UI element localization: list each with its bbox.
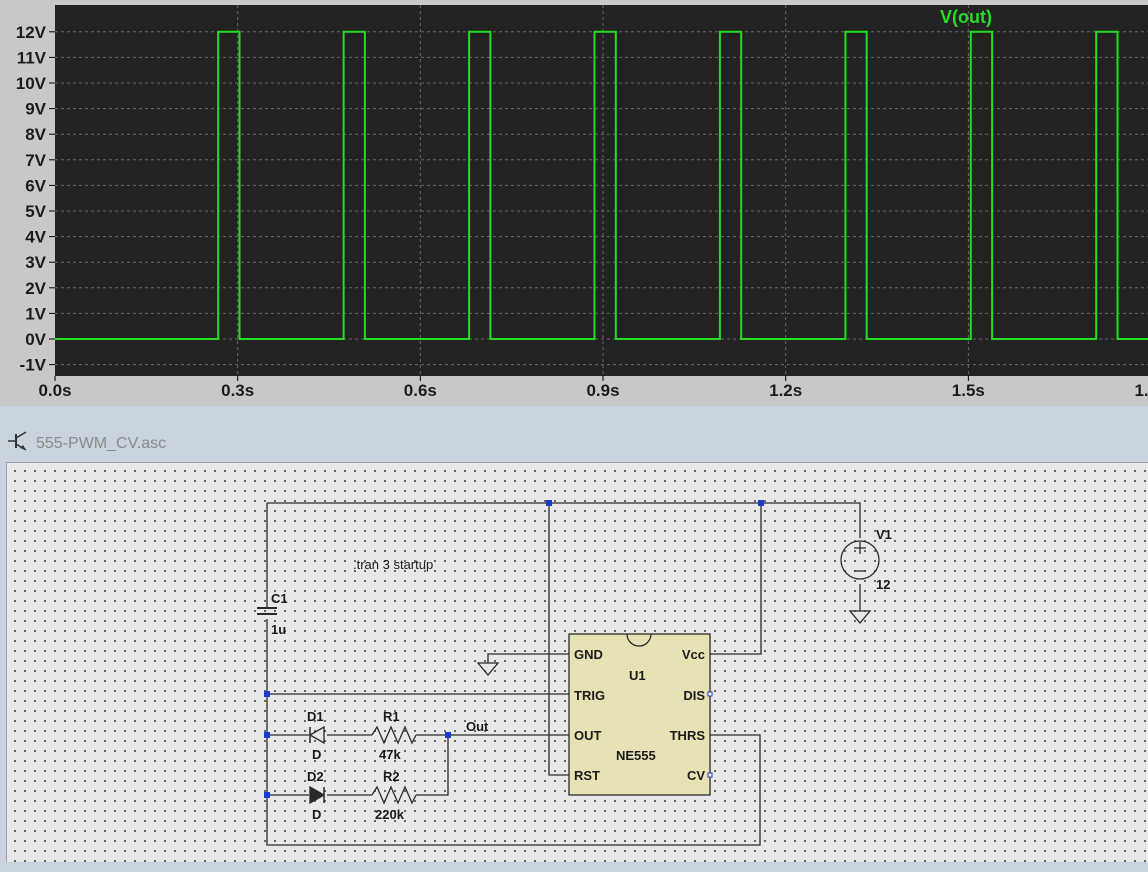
y-tick-label: 11V <box>17 48 47 67</box>
pin-cv-label: CV <box>687 768 705 783</box>
r1-value: 47k <box>379 747 401 762</box>
spice-directive[interactable]: .tran 3 startup <box>353 557 433 572</box>
y-tick-label: 9V <box>25 100 46 119</box>
waveform-plot-pane[interactable]: 12V 11V 10V 9V 8V 7V 6V 5V 4V 3V 2V 1V 0V -1V 0.0s 0.3… <box>0 0 1148 406</box>
d2-name: D2 <box>307 769 324 784</box>
c1-value: 1u <box>271 622 286 637</box>
diode-d2[interactable]: D2 D <box>307 769 326 822</box>
window-bottom-edge <box>0 862 1148 872</box>
v1-name: V1 <box>876 527 892 542</box>
pin-out-label: OUT <box>574 728 602 743</box>
y-tick-label: -1V <box>20 356 47 375</box>
trace-label[interactable]: V(out) <box>940 7 992 27</box>
d1-model: D <box>312 747 321 762</box>
junction-dot <box>264 732 270 738</box>
x-tick-label: 0.9s <box>586 381 619 400</box>
wires <box>266 502 861 846</box>
wire-out-r2 <box>416 735 449 796</box>
y-tick-label: 0V <box>25 330 46 349</box>
pin-trig-label: TRIG <box>574 688 605 703</box>
y-tick-label: 6V <box>25 176 46 195</box>
junction-dot <box>758 500 764 506</box>
diode-d1[interactable]: D1 D <box>307 709 325 762</box>
junction-dot <box>264 691 270 697</box>
x-tick-label: 0.6s <box>404 381 437 400</box>
d2-model: D <box>312 807 321 822</box>
junction-dot <box>546 500 552 506</box>
ic-u1-ne555[interactable]: GND TRIG OUT RST Vcc DIS THRS CV U1 NE55… <box>568 633 713 796</box>
net-label-out[interactable]: Out <box>466 719 489 734</box>
transistor-icon <box>8 431 27 451</box>
r2-value: 220k <box>375 807 405 822</box>
v1-value: 12 <box>876 577 890 592</box>
resistor-r1[interactable]: R1 47k <box>371 709 417 762</box>
d1-name: D1 <box>307 709 324 724</box>
pin-thrs-label: THRS <box>670 728 706 743</box>
y-tick-label: 1V <box>25 304 46 323</box>
y-tick-label: 10V <box>16 74 47 93</box>
ground-symbol-u1 <box>476 662 500 677</box>
pin-rst-label: RST <box>574 768 600 783</box>
pin-vcc-label: Vcc <box>682 647 705 662</box>
pin-cv-open <box>707 772 713 778</box>
schematic-drawing[interactable]: C1 1u V1 12 D1 D D2 D R1 47k R2 220k Out… <box>7 463 1148 863</box>
x-tick-label: 1.5s <box>952 381 985 400</box>
ground-symbol-v1 <box>848 610 872 625</box>
junction-dot <box>445 732 451 738</box>
wire-gnd-pin <box>487 653 569 663</box>
x-tick-label: 0.0s <box>38 381 71 400</box>
schematic-document-tab[interactable]: 555-PWM_CV.asc <box>0 424 1148 458</box>
resistor-r2[interactable]: R2 220k <box>371 769 417 822</box>
schematic-canvas[interactable]: C1 1u V1 12 D1 D D2 D R1 47k R2 220k Out… <box>6 462 1148 863</box>
pin-gnd-label: GND <box>574 647 603 662</box>
x-tick-label: 1.8s <box>1134 381 1148 400</box>
y-tick-label: 12V <box>16 23 47 42</box>
y-tick-label: 4V <box>25 228 46 247</box>
waveform-plot[interactable]: 12V 11V 10V 9V 8V 7V 6V 5V 4V 3V 2V 1V 0V -1V 0.0s 0.3… <box>0 0 1148 406</box>
voltage-source-v1[interactable]: V1 12 <box>840 527 892 592</box>
y-tick-label: 2V <box>25 279 46 298</box>
junction-dot <box>264 792 270 798</box>
u1-name: U1 <box>629 668 646 683</box>
x-tick-label: 1.2s <box>769 381 802 400</box>
capacitor-c1[interactable]: C1 1u <box>257 591 288 637</box>
x-tick-label: 0.3s <box>221 381 254 400</box>
document-title: 555-PWM_CV.asc <box>36 435 167 452</box>
y-tick-label: 5V <box>25 202 46 221</box>
wire-rst <box>548 503 569 776</box>
y-tick-label: 7V <box>25 151 46 170</box>
wire-top-rail <box>267 502 861 538</box>
y-tick-label: 3V <box>25 253 46 272</box>
u1-part: NE555 <box>616 748 656 763</box>
pin-dis-label: DIS <box>683 688 705 703</box>
wire-vcc <box>710 503 762 655</box>
r1-name: R1 <box>383 709 400 724</box>
y-tick-label: 8V <box>25 125 46 144</box>
pin-dis-open <box>707 691 713 697</box>
c1-name: C1 <box>271 591 288 606</box>
r2-name: R2 <box>383 769 400 784</box>
